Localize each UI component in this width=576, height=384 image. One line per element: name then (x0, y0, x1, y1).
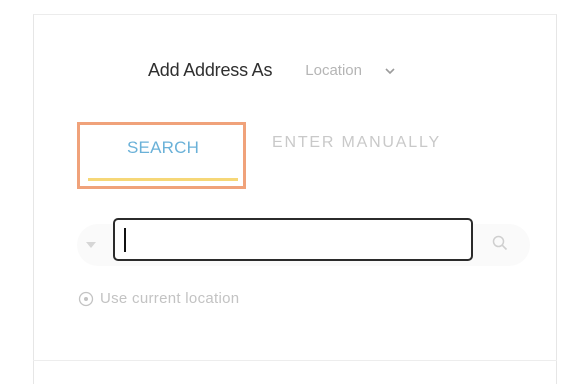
add-address-row: Add Address As Location (148, 58, 396, 82)
tab-search[interactable]: SEARCH (77, 122, 246, 189)
address-type-value: Location (305, 61, 362, 79)
use-current-location[interactable]: Use current location (78, 290, 239, 307)
add-address-label: Add Address As (148, 59, 273, 80)
chevron-down-icon (384, 64, 396, 76)
address-search-input[interactable] (113, 218, 473, 261)
location-icon (78, 291, 94, 307)
search-icon[interactable] (491, 234, 509, 252)
text-cursor (124, 228, 126, 252)
address-type-select[interactable]: Location (305, 62, 396, 79)
caret-down-icon[interactable] (85, 238, 97, 250)
active-tab-indicator (88, 178, 238, 181)
tab-search-label: SEARCH (127, 138, 200, 157)
use-current-location-label: Use current location (100, 290, 240, 307)
tab-enter-manually[interactable]: ENTER MANUALLY (272, 134, 441, 152)
card-divider (33, 360, 557, 361)
